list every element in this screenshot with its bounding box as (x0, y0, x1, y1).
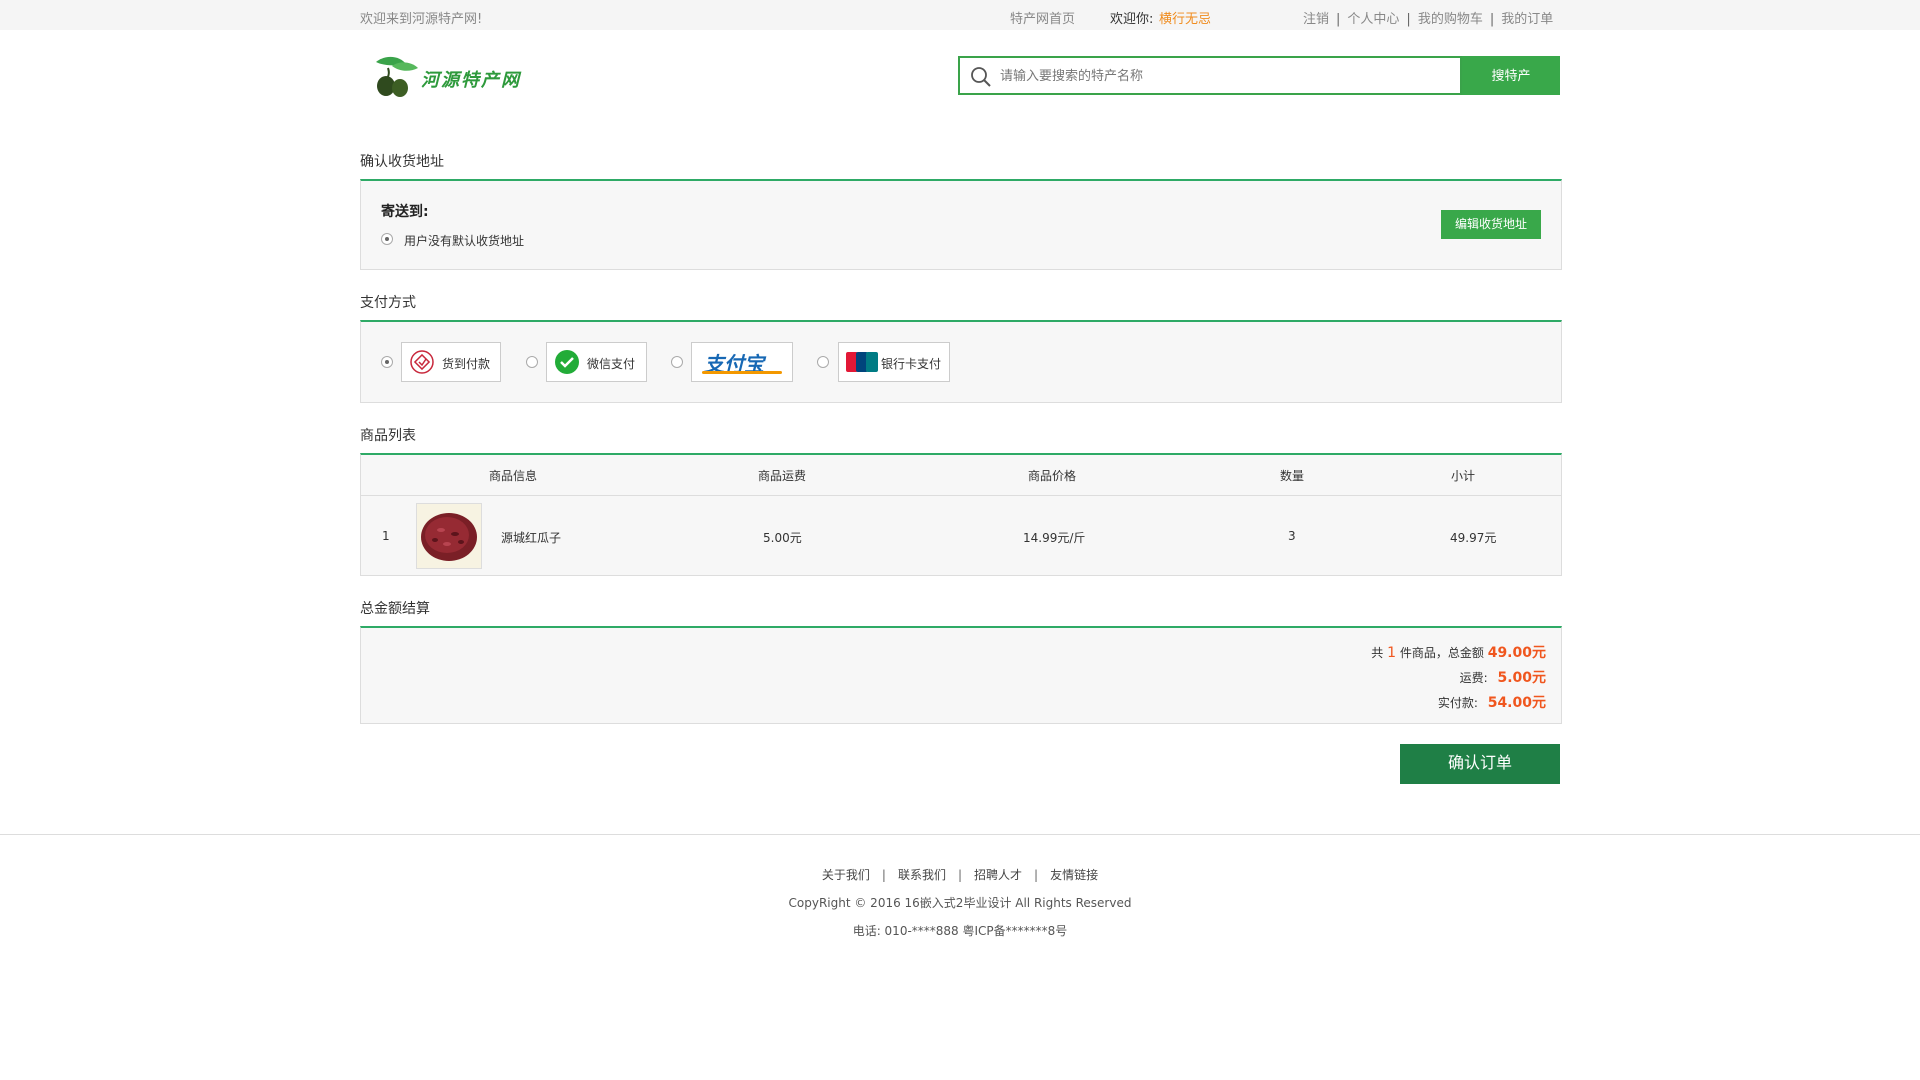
search-icon (971, 67, 991, 87)
payment-radio-bankcard[interactable] (817, 356, 829, 368)
address-section-title: 确认收货地址 (360, 154, 444, 170)
item-count-line: 共 1 件商品，总金额 49.00元 (1371, 642, 1546, 662)
footer-links: 关于我们 | 联系我们 | 招聘人才 | 友情链接 (0, 866, 1920, 883)
product-image[interactable] (416, 503, 482, 569)
cart-link[interactable]: 我的购物车 (1418, 12, 1483, 27)
count-suffix: 件商品，总金额 (1399, 646, 1484, 660)
wechat-pay-icon (555, 350, 579, 374)
product-subtotal: 49.97元 (1450, 531, 1497, 545)
product-table: 商品信息 商品运费 商品价格 数量 小计 1 源城红瓜子 5.00元 14.99… (360, 453, 1562, 576)
unionpay-icon (846, 352, 878, 372)
payment-label-wechat: 微信支付 (587, 357, 636, 371)
address-radio[interactable] (381, 233, 393, 245)
col-header-info: 商品信息 (489, 469, 538, 483)
separator: | (1034, 868, 1039, 882)
paid-line: 实付款: 54.00元 (1438, 692, 1546, 712)
confirm-order-button[interactable]: 确认订单 (1400, 744, 1560, 784)
col-header-qty: 数量 (1280, 469, 1305, 483)
payment-radio-alipay[interactable] (671, 356, 683, 368)
contact-us-link[interactable]: 联系我们 (898, 868, 946, 882)
olive-logo-icon (376, 56, 418, 97)
cash-on-delivery-icon (410, 350, 434, 374)
row-index: 1 (382, 529, 390, 543)
copyright-text: CopyRight © 2016 16嵌入式2毕业设计 All Rights R… (788, 896, 1132, 910)
payment-option-wechat[interactable]: 微信支付 (546, 342, 647, 382)
address-box: 寄送到: 用户没有默认收货地址 编辑收货地址 (360, 179, 1562, 270)
edit-address-button[interactable]: 编辑收货地址 (1441, 210, 1541, 239)
shipping-amount: 5.00元 (1497, 670, 1546, 686)
red-melon-seeds-image (421, 513, 477, 561)
paid-amount: 54.00元 (1487, 695, 1546, 711)
separator: | (1489, 12, 1495, 27)
col-header-subtotal: 小计 (1451, 469, 1476, 483)
summary-box: 共 1 件商品，总金额 49.00元 运费: 5.00元 实付款: 54.00元 (360, 626, 1562, 724)
user-center-link[interactable]: 个人中心 (1347, 12, 1399, 27)
contact-phone-text: 电话: 010-****888 粤ICP备*******8号 (852, 924, 1068, 938)
col-header-price: 商品价格 (1028, 469, 1077, 483)
payment-radio-cod[interactable] (381, 356, 393, 368)
count-prefix: 共 (1371, 646, 1384, 660)
payment-section-title: 支付方式 (360, 295, 416, 311)
alipay-logo-swoosh (702, 371, 782, 374)
greet-label: 欢迎你: (1110, 12, 1154, 27)
shipping-label: 运费: (1459, 671, 1488, 685)
ship-to-label: 寄送到: (381, 204, 429, 220)
product-shipping: 5.00元 (763, 531, 802, 545)
separator: | (881, 868, 886, 882)
paid-label: 实付款: (1437, 696, 1478, 710)
home-link[interactable]: 特产网首页 (1010, 8, 1075, 27)
separator: | (1336, 12, 1341, 27)
product-price: 14.99元/斤 (1023, 531, 1086, 545)
separator: | (957, 868, 963, 882)
product-qty: 3 (1288, 529, 1296, 543)
orders-link[interactable]: 我的订单 (1501, 12, 1553, 27)
payment-box: 货到付款 微信支付 支付宝 银行卡支付 (360, 320, 1562, 403)
col-header-shipping: 商品运费 (758, 469, 807, 483)
payment-label-bankcard: 银行卡支付 (881, 357, 942, 371)
logo-text: 河源特产网 (421, 70, 521, 91)
shipping-line: 运费: 5.00元 (1460, 667, 1546, 687)
separator: | (1406, 12, 1411, 27)
product-name-link[interactable]: 源城红瓜子 (501, 529, 561, 546)
username-link[interactable]: 横行无忌 (1159, 8, 1211, 27)
header-divider (361, 495, 1561, 496)
about-us-link[interactable]: 关于我们 (822, 868, 870, 882)
products-section-title: 商品列表 (360, 428, 416, 444)
careers-link[interactable]: 招聘人才 (974, 868, 1022, 882)
item-count: 1 (1387, 645, 1397, 661)
footer-divider (0, 834, 1920, 835)
payment-option-cod[interactable]: 货到付款 (401, 342, 501, 382)
top-bar: 欢迎来到河源特产网! 特产网首页 欢迎你: 横行无忌 注销 | 个人中心 | 我的购物车… (0, 0, 1920, 30)
payment-option-alipay[interactable]: 支付宝 (691, 342, 793, 382)
payment-radio-wechat[interactable] (526, 356, 538, 368)
search-input[interactable] (1000, 58, 1420, 93)
welcome-text: 欢迎来到河源特产网! (360, 12, 483, 27)
total-amount: 49.00元 (1487, 645, 1546, 661)
user-links: 注销 | 个人中心 | 我的购物车 | 我的订单 (1303, 8, 1553, 27)
payment-label-cod: 货到付款 (442, 357, 491, 371)
friend-links-link[interactable]: 友情链接 (1050, 868, 1098, 882)
logout-link[interactable]: 注销 (1303, 12, 1329, 27)
no-address-text: 用户没有默认收货地址 (404, 234, 525, 248)
search-button[interactable]: 搜特产 (1462, 56, 1560, 95)
payment-option-bankcard[interactable]: 银行卡支付 (838, 342, 950, 382)
summary-section-title: 总金额结算 (360, 601, 430, 617)
search-box (958, 56, 1462, 95)
